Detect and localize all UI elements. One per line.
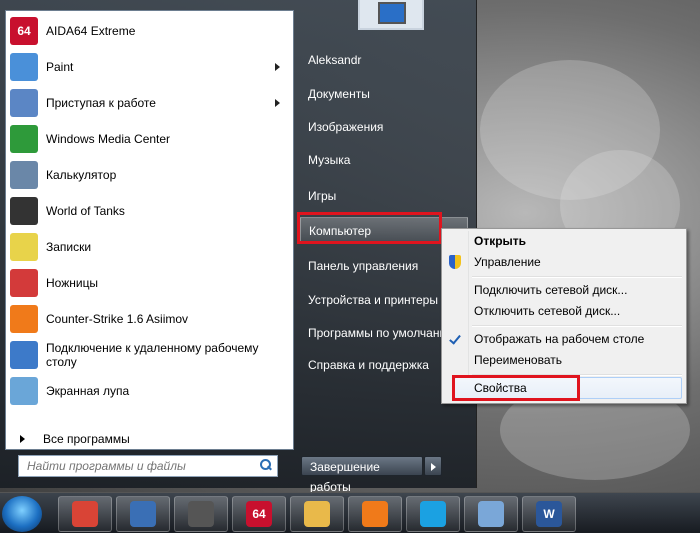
program-item[interactable]: Подключение к удаленному рабочему столу	[10, 338, 288, 372]
menu-separator	[472, 325, 682, 327]
taskbar-button[interactable]	[174, 496, 228, 532]
counter-strike-icon	[10, 305, 38, 333]
search-icon[interactable]	[259, 459, 273, 473]
right-menu-item[interactable]: Музыка	[300, 147, 468, 173]
program-label: Приступая к работе	[46, 96, 156, 110]
checkmark-icon	[450, 333, 460, 343]
submenu-arrow-icon[interactable]	[275, 99, 280, 107]
uac-shield-icon	[449, 255, 461, 269]
program-label: Калькулятор	[46, 168, 117, 182]
taskbar-button[interactable]	[290, 496, 344, 532]
taskbar-button[interactable]: W	[522, 496, 576, 532]
program-label: Ножницы	[46, 276, 99, 290]
program-list: Все программы 64 AIDA64 Extreme Paint Прист…	[5, 10, 294, 450]
word-icon: W	[536, 501, 562, 527]
menu-separator	[472, 276, 682, 278]
taskbar-button[interactable]	[348, 496, 402, 532]
taskbar-button[interactable]	[464, 496, 518, 532]
chrome-icon	[72, 501, 98, 527]
taskbar-button[interactable]	[116, 496, 170, 532]
program-label: Экранная лупа	[46, 384, 130, 398]
media-player-icon	[362, 501, 388, 527]
file-explorer-icon	[304, 501, 330, 527]
right-menu-item[interactable]: Изображения	[300, 114, 468, 140]
program-item[interactable]: 64 AIDA64 Extreme	[10, 14, 288, 48]
properties-highlight-box	[452, 375, 580, 401]
right-menu-item[interactable]: Документы	[300, 81, 468, 107]
getting-started-icon	[10, 89, 38, 117]
program-label: Записки	[46, 240, 92, 254]
program-label: AIDA64 Extreme	[46, 24, 136, 38]
right-menu-item[interactable]: Игры	[300, 183, 468, 209]
shutdown-button[interactable]: Завершение работы	[301, 456, 423, 494]
paint-icon	[10, 53, 38, 81]
menu-disconnect-drive[interactable]: Отключить сетевой диск...	[474, 301, 620, 321]
menu-open[interactable]: Открыть	[474, 231, 526, 251]
all-programs-label: Все программы	[43, 432, 130, 446]
triangle-right-icon	[20, 435, 25, 443]
submenu-arrow-icon[interactable]	[275, 63, 280, 71]
program-label: Paint	[46, 60, 74, 74]
save-disk-icon	[130, 501, 156, 527]
shutdown-options-button[interactable]	[424, 456, 442, 476]
snipping-tool-icon	[10, 269, 38, 297]
program-label: Windows Media Center	[46, 132, 171, 146]
program-item[interactable]: Калькулятор	[10, 158, 288, 192]
menu-rename[interactable]: Переименовать	[474, 350, 562, 370]
paint-icon	[478, 501, 504, 527]
media-center-icon	[10, 125, 38, 153]
program-item[interactable]: Counter-Strike 1.6 Asiimov	[10, 302, 288, 336]
taskbar-button[interactable]	[58, 496, 112, 532]
skype-icon	[420, 501, 446, 527]
program-item[interactable]: Ножницы	[10, 266, 288, 300]
world-of-tanks-icon	[10, 197, 38, 225]
taskbar-button[interactable]: 64	[232, 496, 286, 532]
aida64-icon: 64	[246, 501, 272, 527]
program-item[interactable]: World of Tanks	[10, 194, 288, 228]
remote-desktop-icon	[10, 341, 38, 369]
program-item[interactable]: Записки	[10, 230, 288, 264]
taskbar-button[interactable]	[406, 496, 460, 532]
program-item[interactable]: Paint	[10, 50, 288, 84]
user-picture[interactable]	[358, 0, 424, 30]
right-menu-item[interactable]: Aleksandr	[300, 47, 468, 73]
start-menu: Все программы 64 AIDA64 Extreme Paint Прист…	[0, 0, 477, 494]
start-button[interactable]	[2, 496, 42, 532]
program-label: World of Tanks	[46, 204, 125, 218]
program-item[interactable]: Приступая к работе	[10, 86, 288, 120]
calculator-icon	[10, 161, 38, 189]
search-box[interactable]	[18, 455, 278, 477]
search-input[interactable]	[19, 458, 259, 474]
menu-manage[interactable]: Управление	[474, 252, 541, 272]
menu-show-on-desktop[interactable]: Отображать на рабочем столе	[474, 329, 644, 349]
program-label: Counter-Strike 1.6 Asiimov	[46, 312, 189, 326]
menu-map-drive[interactable]: Подключить сетевой диск...	[474, 280, 627, 300]
magnifier-icon	[10, 377, 38, 405]
alien-icon	[188, 501, 214, 527]
program-item[interactable]: Экранная лупа	[10, 374, 288, 408]
program-label: Подключение к удаленному рабочему столу	[46, 341, 259, 369]
all-programs[interactable]: Все программы	[10, 429, 280, 449]
sticky-notes-icon	[10, 233, 38, 261]
program-item[interactable]: Windows Media Center	[10, 122, 288, 156]
aida64-icon: 64	[10, 17, 38, 45]
computer-highlight-box	[297, 212, 442, 244]
